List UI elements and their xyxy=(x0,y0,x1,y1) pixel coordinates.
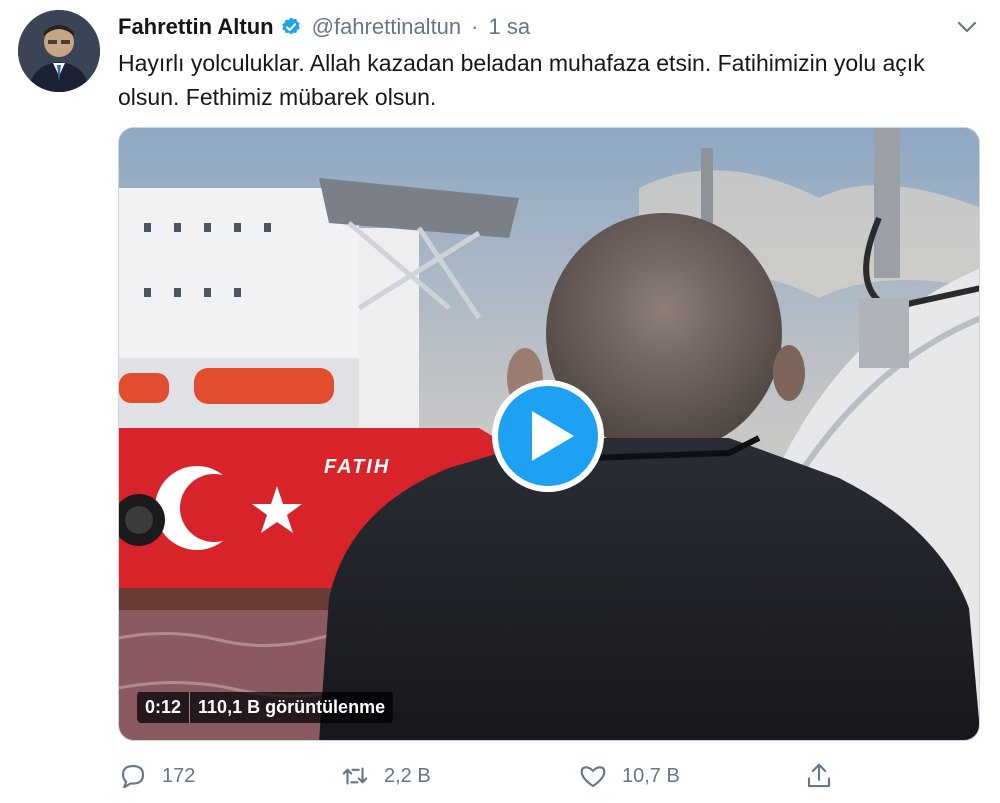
video-duration: 0:12 xyxy=(137,691,191,723)
reply-count: 172 xyxy=(162,764,196,787)
share-button[interactable] xyxy=(804,761,834,791)
separator-dot: · xyxy=(471,14,479,39)
tweet-actions: 172 2,2 B 10,7 B xyxy=(118,758,980,794)
video-view-count: 110,1 B görüntülenme xyxy=(190,691,394,723)
tweet-timestamp[interactable]: 1 sa xyxy=(488,14,530,40)
retweet-button[interactable]: 2,2 B xyxy=(340,761,431,791)
video-player[interactable]: FATIH 0:12 110,1 B görüntülenme xyxy=(118,127,980,741)
author-name[interactable]: Fahrettin Altun xyxy=(118,14,274,40)
ship-name-label: FATIH xyxy=(324,456,390,478)
avatar[interactable] xyxy=(18,10,100,92)
video-meta: 0:12 110,1 B görüntülenme xyxy=(137,690,394,724)
tweet-text: Hayırlı yolculuklar. Allah kazadan belad… xyxy=(118,50,925,110)
retweet-count: 2,2 B xyxy=(384,764,431,787)
author-handle[interactable]: @fahrettinaltun xyxy=(312,14,462,40)
like-count: 10,7 B xyxy=(622,764,680,787)
chevron-down-icon[interactable] xyxy=(954,16,980,38)
reply-button[interactable]: 172 xyxy=(118,761,195,791)
like-button[interactable]: 10,7 B xyxy=(578,761,680,791)
tweet-header: Fahrettin Altun @fahrettinaltun · 1 sa xyxy=(118,10,980,44)
verified-badge-icon xyxy=(280,16,302,38)
play-button[interactable] xyxy=(492,380,604,492)
heart-icon xyxy=(578,761,608,791)
retweet-icon xyxy=(340,761,370,791)
comment-icon xyxy=(118,761,148,791)
share-icon xyxy=(804,761,834,791)
play-icon xyxy=(532,411,574,461)
